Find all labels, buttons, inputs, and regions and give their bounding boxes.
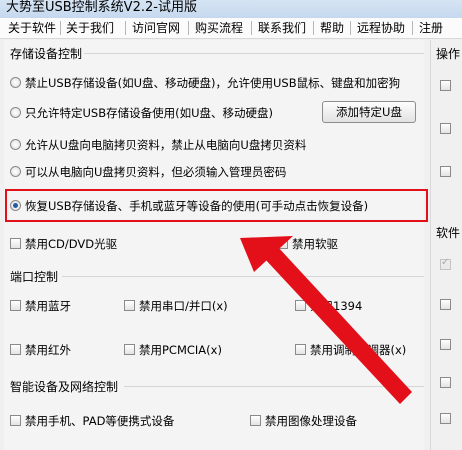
menu-item-about-us[interactable]: 关于我们 (66, 20, 114, 36)
menu-bar: 关于软件 关于我们 访问官网 购买流程 联系我们 帮助 远程协助 注册 (0, 18, 462, 39)
right-panel-checkbox[interactable] (440, 377, 451, 388)
group-divider (84, 53, 424, 54)
checkbox-label: 禁用图像处理设备 (265, 414, 357, 428)
right-panel-checkbox[interactable] (440, 166, 451, 177)
checkbox-icon[interactable] (10, 238, 21, 249)
checkbox-icon[interactable] (124, 344, 135, 355)
menu-item-remote-assist[interactable]: 远程协助 (357, 20, 405, 36)
right-panel-checkbox[interactable] (440, 123, 451, 134)
right-panel-title-software: 软件 (436, 226, 461, 240)
checkbox-icon[interactable] (10, 300, 21, 311)
checkbox-label: 禁用红外 (25, 343, 71, 357)
add-specific-usb-button[interactable]: 添加特定U盘 (322, 101, 416, 123)
highlight-annotation-box (5, 189, 428, 222)
checkbox-icon[interactable] (295, 344, 306, 355)
right-side-panel (430, 40, 462, 450)
group-divider (62, 276, 424, 277)
checkbox-label: 禁用CD/DVD光驱 (25, 237, 118, 251)
disable-floppy-checkbox[interactable]: 禁用软驱 (277, 236, 338, 252)
checkbox-icon[interactable] (277, 238, 288, 249)
menu-item-purchase[interactable]: 购买流程 (195, 20, 243, 36)
storage-section-title: 存储设备控制 (10, 47, 83, 61)
menu-separator (251, 21, 252, 35)
storage-option-label: 禁止USB存储设备(如U盘、移动硬盘)，允许使用USB鼠标、键盘和加密狗 (25, 76, 401, 90)
right-panel-title-operation: 操作 (436, 47, 461, 61)
menu-separator (125, 21, 126, 35)
radio-icon[interactable] (10, 107, 21, 118)
menu-item-contact[interactable]: 联系我们 (258, 20, 306, 36)
storage-option-label: 可以从电脑向U盘拷贝资料，但必须输入管理员密码 (25, 165, 287, 179)
checkbox-label: 禁用PCMCIA(x) (139, 343, 222, 357)
radio-icon[interactable] (10, 166, 21, 177)
disable-1394-checkbox[interactable]: 禁用1394 (295, 298, 362, 314)
title-bar: 大势至USB控制系统V2.2-试用版 (0, 0, 462, 18)
smart-section-title: 智能设备及网络控制 (10, 380, 119, 394)
right-panel-checkbox[interactable] (440, 339, 451, 350)
storage-option-allow-specific[interactable]: 只允许特定USB存储设备使用(如U盘、移动硬盘) (10, 105, 273, 121)
menu-item-register[interactable]: 注册 (419, 20, 443, 36)
disable-serial-parallel-checkbox[interactable]: 禁用串口/并口(x) (124, 298, 228, 314)
disable-modem-checkbox[interactable]: 禁用调制解调器(x) (295, 342, 406, 358)
right-panel-checkbox[interactable] (440, 80, 451, 91)
storage-option-label: 只允许特定USB存储设备使用(如U盘、移动硬盘) (25, 106, 273, 120)
disable-pcmcia-checkbox[interactable]: 禁用PCMCIA(x) (124, 342, 222, 358)
menu-separator (412, 21, 413, 35)
group-divider (124, 386, 424, 387)
menu-separator (350, 21, 351, 35)
storage-option-password-copy[interactable]: 可以从电脑向U盘拷贝资料，但必须输入管理员密码 (10, 164, 286, 180)
checkbox-icon[interactable] (295, 300, 306, 311)
checkbox-icon[interactable] (250, 415, 261, 426)
menu-item-help[interactable]: 帮助 (320, 20, 344, 36)
disable-imaging-devices-checkbox[interactable]: 禁用图像处理设备 (250, 413, 357, 429)
menu-item-visit-website[interactable]: 访问官网 (132, 20, 180, 36)
right-panel-checkbox[interactable] (440, 413, 451, 424)
disable-bluetooth-checkbox[interactable]: 禁用蓝牙 (10, 298, 71, 314)
checkbox-label: 禁用蓝牙 (25, 299, 71, 313)
menu-separator (188, 21, 189, 35)
ports-section-title: 端口控制 (10, 270, 59, 284)
disable-portable-devices-checkbox[interactable]: 禁用手机、PAD等便携式设备 (10, 413, 174, 429)
checkbox-icon[interactable] (10, 415, 21, 426)
menu-separator (60, 21, 61, 35)
checkbox-label: 禁用手机、PAD等便携式设备 (25, 414, 175, 428)
checkbox-label: 禁用1394 (310, 299, 363, 313)
right-panel-disabled-checkbox (440, 257, 451, 270)
checkbox-icon[interactable] (124, 300, 135, 311)
menu-separator (313, 21, 314, 35)
checkbox-label: 禁用调制解调器(x) (310, 343, 407, 357)
storage-option-block-usb[interactable]: 禁止USB存储设备(如U盘、移动硬盘)，允许使用USB鼠标、键盘和加密狗 (10, 75, 400, 91)
storage-option-label: 允许从U盘向电脑拷贝资料，禁止从电脑向U盘拷贝资料 (25, 138, 307, 152)
storage-option-read-only[interactable]: 允许从U盘向电脑拷贝资料，禁止从电脑向U盘拷贝资料 (10, 137, 306, 153)
menu-item-about-software[interactable]: 关于软件 (8, 20, 56, 36)
radio-icon[interactable] (10, 139, 21, 150)
checkbox-icon[interactable] (10, 344, 21, 355)
radio-icon[interactable] (10, 77, 21, 88)
checkbox-label: 禁用串口/并口(x) (139, 299, 228, 313)
disable-infrared-checkbox[interactable]: 禁用红外 (10, 342, 71, 358)
disable-cd-checkbox[interactable]: 禁用CD/DVD光驱 (10, 236, 117, 252)
right-panel-checkbox[interactable] (440, 299, 451, 310)
window-title: 大势至USB控制系统V2.2-试用版 (6, 0, 197, 15)
checkbox-label: 禁用软驱 (292, 237, 338, 251)
